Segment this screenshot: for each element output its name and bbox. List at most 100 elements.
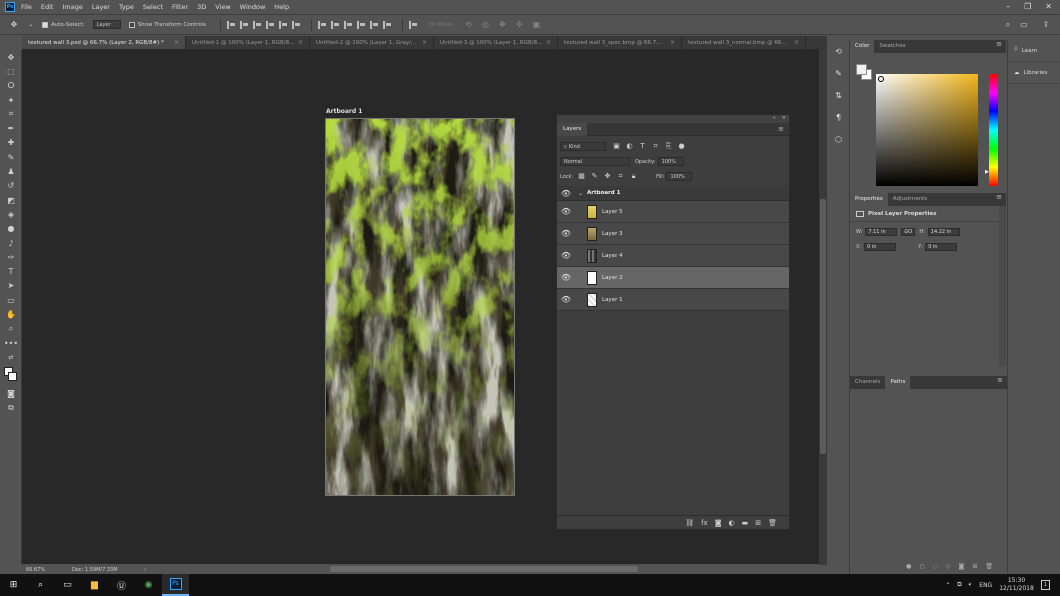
align-right-icon[interactable] [292, 20, 301, 29]
opacity-input[interactable]: 100% [657, 157, 684, 166]
adjust-icon[interactable]: ⇅ [828, 84, 849, 106]
visibility-eye-icon[interactable]: 👁︎ [559, 273, 573, 282]
rectangle-tool-icon[interactable]: ▭ [0, 293, 22, 307]
add-mask-icon[interactable]: ◙ [959, 563, 965, 570]
healing-brush-tool-icon[interactable]: ✚ [0, 136, 22, 150]
start-button-icon[interactable]: ⊞ [0, 574, 27, 596]
tab-document[interactable]: Untitled-3 @ 100% (Layer 1, RGB/8... × [434, 36, 558, 49]
3d-roll-icon[interactable]: ◎ [479, 20, 491, 30]
filter-toggle-icon[interactable]: ● [677, 142, 686, 151]
share-icon[interactable]: ⇪ [1040, 20, 1052, 30]
add-mask-icon[interactable]: ◙ [715, 519, 722, 527]
chevron-down-icon[interactable]: ⌄ [25, 20, 37, 30]
libraries-button[interactable]: ☁︎ Libraries [1008, 62, 1060, 84]
unreal-engine-icon[interactable]: Ⓤ [108, 574, 135, 596]
layer-row[interactable]: 👁︎ Layer 1 [557, 289, 789, 311]
distribute-top-icon[interactable] [318, 20, 327, 29]
brush-settings-icon[interactable]: ✎ [828, 62, 849, 84]
visibility-eye-icon[interactable]: 👁︎ [559, 229, 573, 238]
distribute-hcenter-icon[interactable] [370, 20, 379, 29]
lasso-tool-icon[interactable]: ⵔ [0, 79, 22, 93]
filter-smart-object-icon[interactable]: ⎘ [664, 142, 673, 151]
distribute-vcenter-icon[interactable] [331, 20, 340, 29]
filter-adjustment-icon[interactable]: ◐ [625, 142, 634, 151]
dodge-tool-icon[interactable]: ♪ [0, 236, 22, 250]
hue-slider-marker[interactable]: ▶ [985, 169, 989, 175]
network-icon[interactable]: ⧉ [957, 581, 961, 589]
eraser-tool-icon[interactable]: ◩ [0, 193, 22, 207]
auto-select-dropdown[interactable]: Layer [92, 20, 121, 29]
adjustment-layer-icon[interactable]: ◐ [729, 519, 735, 527]
layer-name[interactable]: Layer 2 [602, 275, 623, 281]
more-tools-icon[interactable]: ••• [0, 336, 22, 350]
close-icon[interactable]: × [298, 39, 303, 46]
3d-scale-icon[interactable]: ▣ [530, 20, 542, 30]
3d-slide-icon[interactable]: ✣ [513, 20, 525, 30]
tab-color[interactable]: Color [850, 40, 875, 53]
x-input[interactable]: 0 in [864, 243, 897, 251]
lock-image-icon[interactable]: ✎ [590, 172, 599, 181]
panel-menu-icon[interactable]: ≡ [997, 376, 1003, 384]
menu-image[interactable]: Image [62, 3, 82, 11]
align-hcenter-icon[interactable] [279, 20, 288, 29]
menu-type[interactable]: Type [119, 3, 134, 11]
notification-icon[interactable]: 1 [1040, 580, 1050, 590]
tab-document[interactable]: Untitled-1 @ 100% (Layer 1, RGB/8... × [186, 36, 310, 49]
zoom-tool-icon[interactable]: ⌕ [0, 322, 22, 336]
path-selection-tool-icon[interactable]: ➤ [0, 279, 22, 293]
tab-document[interactable]: textured wall 3_spec.bmp @ 66.7... × [558, 36, 682, 49]
filter-type-icon[interactable]: T [638, 142, 647, 151]
close-icon[interactable]: × [546, 39, 551, 46]
link-layers-icon[interactable]: ⛓︎ [685, 519, 694, 527]
layer-row[interactable]: 👁︎ Layer 3 [557, 223, 789, 245]
align-top-icon[interactable] [227, 20, 236, 29]
blur-tool-icon[interactable]: ● [0, 222, 22, 236]
language-indicator[interactable]: ENG [979, 582, 992, 589]
layer-name[interactable]: Layer 4 [602, 253, 623, 259]
background-swatch[interactable] [8, 371, 17, 381]
close-icon[interactable]: × [422, 39, 427, 46]
height-input[interactable]: 14.22 in [927, 228, 960, 236]
layer-name[interactable]: Layer 3 [602, 231, 623, 237]
scrollbar-thumb[interactable] [820, 199, 826, 454]
close-icon[interactable]: × [670, 39, 675, 46]
stamp-tool-icon[interactable]: ♟ [0, 164, 22, 178]
hand-tool-icon[interactable]: ✋ [0, 307, 22, 321]
crop-tool-icon[interactable]: ⌗ [0, 107, 22, 121]
menu-3d[interactable]: 3D [197, 3, 206, 11]
move-tool-icon[interactable]: ✥ [8, 20, 20, 30]
load-selection-icon[interactable]: ◌ [933, 563, 938, 570]
lock-position-icon[interactable]: ✥ [603, 172, 612, 181]
tab-channels[interactable]: Channels [850, 376, 885, 389]
tab-layers[interactable]: Layers [557, 122, 588, 136]
fx-icon[interactable]: fx [701, 519, 708, 527]
distribute-bottom-icon[interactable] [344, 20, 353, 29]
search-icon[interactable]: ⌕ [27, 574, 54, 596]
distribute-left-icon[interactable] [357, 20, 366, 29]
color-picker-marker[interactable] [878, 76, 884, 82]
panel-menu-icon[interactable]: ≡ [996, 193, 1002, 201]
delete-path-icon[interactable]: 🗑︎ [985, 563, 993, 570]
menu-filter[interactable]: Filter [172, 3, 188, 11]
panel-menu-icon[interactable]: ≡ [778, 125, 784, 133]
vertical-scrollbar[interactable] [819, 49, 827, 565]
close-icon[interactable]: × [174, 39, 179, 46]
magic-wand-tool-icon[interactable]: ✦ [0, 93, 22, 107]
tab-adjustments[interactable]: Adjustments [888, 193, 932, 206]
blend-mode-dropdown[interactable]: Normal [560, 157, 630, 166]
3d-icon[interactable]: ⬡ [828, 128, 849, 150]
minimize-button[interactable]: – [1006, 2, 1010, 11]
y-input[interactable]: 0 in [925, 243, 958, 251]
learn-button[interactable]: 💡︎ Learn [1008, 40, 1060, 62]
pen-tool-icon[interactable]: ✑ [0, 250, 22, 264]
visibility-eye-icon[interactable]: 👁︎ [559, 251, 573, 260]
move-tool-icon[interactable]: ✥ [0, 50, 22, 64]
brush-tool-icon[interactable]: ✎ [0, 150, 22, 164]
lock-transparent-icon[interactable]: ▦ [577, 172, 586, 181]
screen-mode-icon[interactable]: ⧉ [0, 401, 22, 415]
hue-slider[interactable]: ▶ [985, 74, 998, 186]
type-tool-icon[interactable]: T [0, 264, 22, 278]
restore-button[interactable]: ❐ [1024, 2, 1031, 11]
close-icon[interactable]: × [794, 39, 799, 46]
filter-pixel-icon[interactable]: ▣ [612, 142, 621, 151]
